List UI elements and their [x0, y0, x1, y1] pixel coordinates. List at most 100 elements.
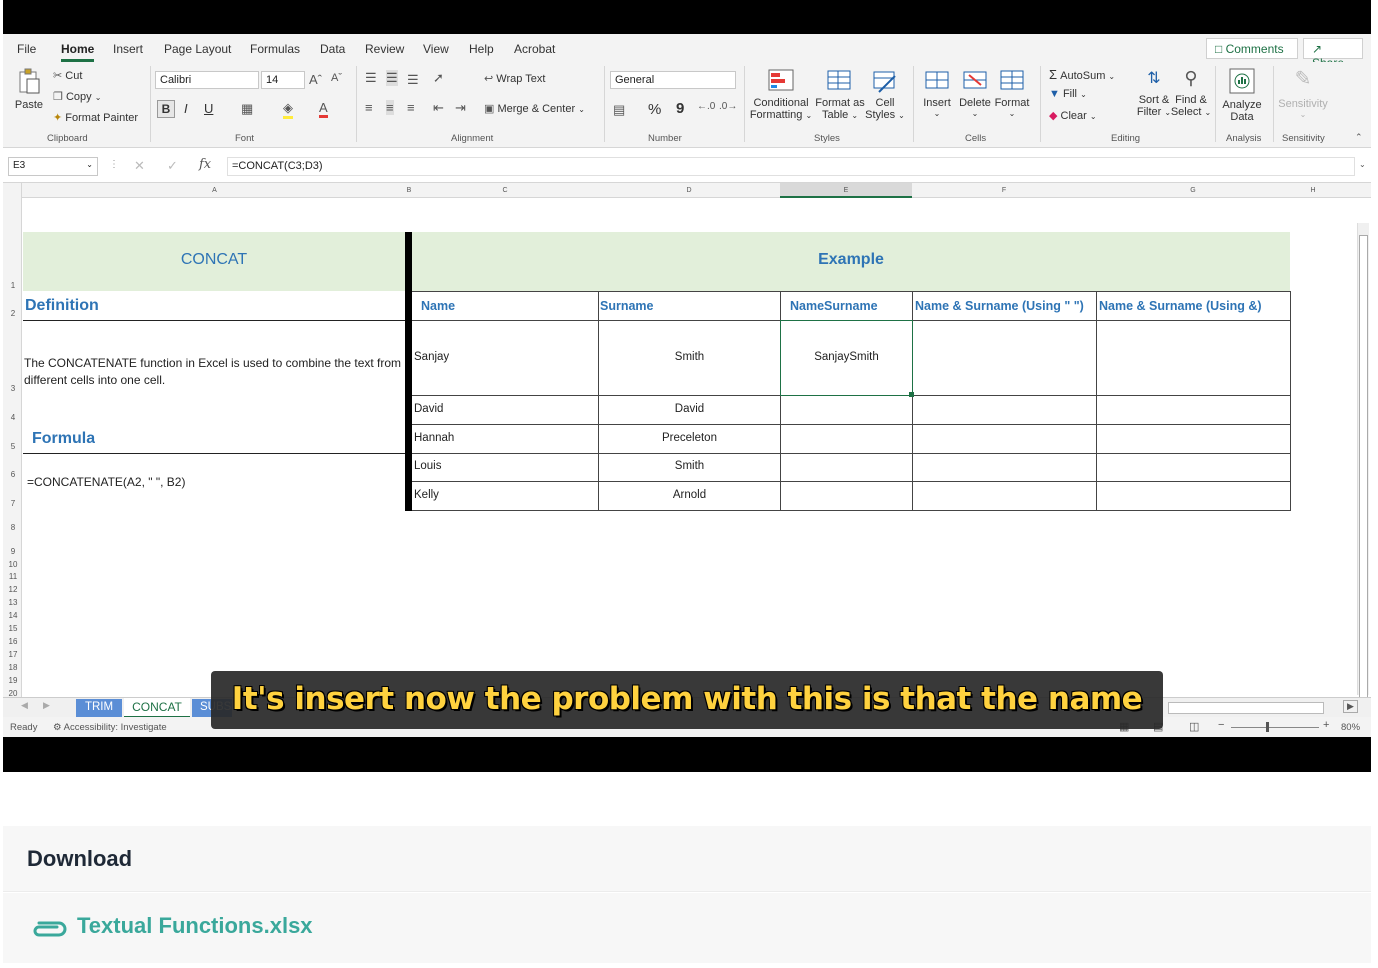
- row-header[interactable]: 13: [6, 598, 20, 607]
- column-header-a[interactable]: A: [23, 186, 406, 196]
- cell-name[interactable]: David: [414, 403, 443, 415]
- sensitivity-button[interactable]: ✎ Sensitivity ⌄: [1277, 66, 1329, 119]
- comma-button[interactable]: 9: [676, 100, 684, 117]
- row-header[interactable]: 12: [6, 585, 20, 594]
- copy-button[interactable]: ❐ Copy ⌄: [53, 90, 101, 103]
- row-header[interactable]: 1: [6, 281, 20, 290]
- collapse-ribbon-icon[interactable]: ⌃: [1355, 132, 1363, 143]
- align-right-icon[interactable]: ≡: [407, 100, 415, 115]
- scrollbar-thumb[interactable]: [1359, 235, 1368, 697]
- percent-button[interactable]: %: [648, 101, 661, 118]
- page-break-view-icon[interactable]: ◫: [1189, 720, 1199, 733]
- next-sheet-icon[interactable]: ▶: [43, 700, 50, 711]
- enter-icon[interactable]: ✓: [167, 158, 178, 174]
- font-name-select[interactable]: Calibri: [155, 71, 259, 89]
- cell-surname[interactable]: Smith: [599, 460, 780, 472]
- menu-formulas[interactable]: Formulas: [250, 42, 300, 56]
- zoom-slider-thumb[interactable]: [1266, 722, 1269, 732]
- cell-name[interactable]: Louis: [414, 460, 442, 472]
- increase-font-icon[interactable]: Aˆ: [309, 72, 322, 87]
- analyze-data-button[interactable]: Analyze Data: [1219, 66, 1265, 123]
- cell-surname[interactable]: Arnold: [599, 489, 780, 501]
- concat-title-cell[interactable]: CONCAT: [23, 232, 405, 291]
- merge-center-button[interactable]: ▣ Merge & Center ⌄: [484, 102, 585, 115]
- row-header[interactable]: 18: [6, 663, 20, 672]
- horizontal-scrollbar[interactable]: [1168, 702, 1324, 714]
- menu-review[interactable]: Review: [365, 42, 404, 56]
- row-header[interactable]: 5: [6, 442, 20, 451]
- find-select-button[interactable]: ⚲ Find & Select ⌄: [1167, 68, 1215, 118]
- borders-icon[interactable]: ▦: [241, 101, 253, 117]
- bold-button[interactable]: B: [157, 100, 175, 118]
- scroll-right-icon[interactable]: ▶: [1343, 700, 1358, 713]
- row-header[interactable]: 10: [6, 560, 20, 569]
- conditional-formatting-button[interactable]: Conditional Formatting ⌄: [749, 68, 813, 121]
- increase-decimal-icon[interactable]: ←.0: [697, 101, 715, 112]
- column-header-e[interactable]: E: [780, 186, 912, 196]
- align-bottom-icon[interactable]: ☰: [407, 72, 419, 88]
- align-left-icon[interactable]: ≡: [365, 100, 373, 115]
- menu-acrobat[interactable]: Acrobat: [514, 42, 555, 56]
- insert-cells-button[interactable]: Insert ⌄: [919, 68, 955, 118]
- formula-text[interactable]: =CONCATENATE(A2, " ", B2): [27, 475, 185, 489]
- decrease-font-icon[interactable]: Aˇ: [331, 72, 342, 84]
- cut-button[interactable]: ✂ Cut: [53, 69, 82, 82]
- font-size-select[interactable]: 14: [261, 71, 305, 89]
- row-header[interactable]: 4: [6, 413, 20, 422]
- decrease-indent-icon[interactable]: ⇤: [433, 100, 444, 116]
- header-namesurname[interactable]: NameSurname: [790, 299, 878, 313]
- align-center-icon[interactable]: ≡: [386, 100, 394, 115]
- cell-namesurname[interactable]: SanjaySmith: [781, 351, 912, 363]
- zoom-slider[interactable]: [1231, 727, 1319, 728]
- row-header[interactable]: 2: [6, 309, 20, 318]
- font-color-icon[interactable]: A: [319, 100, 328, 118]
- prev-sheet-icon[interactable]: ◀: [21, 700, 28, 711]
- zoom-out-icon[interactable]: −: [1218, 719, 1224, 731]
- header-name[interactable]: Name: [421, 299, 455, 313]
- wrap-text-button[interactable]: ↩ Wrap Text: [484, 72, 545, 85]
- autosum-button[interactable]: Σ AutoSum ⌄: [1049, 67, 1115, 82]
- orientation-icon[interactable]: ➚: [433, 70, 444, 86]
- column-header-c[interactable]: C: [412, 186, 598, 196]
- menu-help[interactable]: Help: [469, 42, 494, 56]
- increase-indent-icon[interactable]: ⇥: [455, 100, 466, 116]
- column-header-d[interactable]: D: [598, 186, 780, 196]
- row-header[interactable]: 15: [6, 624, 20, 633]
- comments-button[interactable]: □ Comments: [1206, 38, 1298, 59]
- cell-name[interactable]: Hannah: [414, 432, 454, 444]
- menu-file[interactable]: File: [17, 42, 36, 56]
- row-header[interactable]: 16: [6, 637, 20, 646]
- row-header[interactable]: 6: [6, 470, 20, 479]
- formula-title[interactable]: Formula: [32, 430, 95, 448]
- cell-name[interactable]: Sanjay: [414, 351, 449, 363]
- download-file-row[interactable]: Textual Functions.xlsx: [3, 893, 1371, 963]
- menu-view[interactable]: View: [423, 42, 449, 56]
- vertical-scrollbar[interactable]: [1357, 223, 1369, 697]
- number-format-select[interactable]: General: [610, 71, 736, 89]
- cancel-icon[interactable]: ✕: [134, 158, 145, 174]
- expand-formula-icon[interactable]: ⌄: [1359, 160, 1366, 169]
- cell-surname[interactable]: Preceleton: [599, 432, 780, 444]
- zoom-level[interactable]: 80%: [1341, 722, 1360, 733]
- accessibility-status[interactable]: ⚙ Accessibility: Investigate: [53, 722, 167, 733]
- zoom-in-icon[interactable]: +: [1323, 719, 1329, 731]
- decrease-decimal-icon[interactable]: .0→: [719, 101, 737, 112]
- row-header[interactable]: 8: [6, 523, 20, 532]
- row-header[interactable]: 17: [6, 650, 20, 659]
- download-file-link[interactable]: Textual Functions.xlsx: [77, 913, 313, 939]
- menu-home[interactable]: Home: [61, 42, 95, 62]
- delete-cells-button[interactable]: Delete ⌄: [957, 68, 993, 118]
- sheet-tab-concat[interactable]: CONCAT: [124, 698, 190, 718]
- menu-data[interactable]: Data: [320, 42, 345, 56]
- italic-button[interactable]: I: [184, 101, 188, 116]
- row-header[interactable]: 19: [6, 676, 20, 685]
- currency-icon[interactable]: ▤: [613, 102, 625, 118]
- column-header-h[interactable]: H: [1290, 186, 1336, 196]
- cell-styles-button[interactable]: Cell Styles ⌄: [865, 68, 905, 121]
- clear-button[interactable]: ◆ Clear ⌄: [1049, 109, 1097, 122]
- format-cells-button[interactable]: Format ⌄: [994, 68, 1030, 118]
- insert-function-icon[interactable]: fx: [199, 157, 211, 172]
- row-header[interactable]: 11: [6, 572, 20, 581]
- row-header[interactable]: 9: [6, 547, 20, 556]
- fill-handle[interactable]: [909, 392, 914, 397]
